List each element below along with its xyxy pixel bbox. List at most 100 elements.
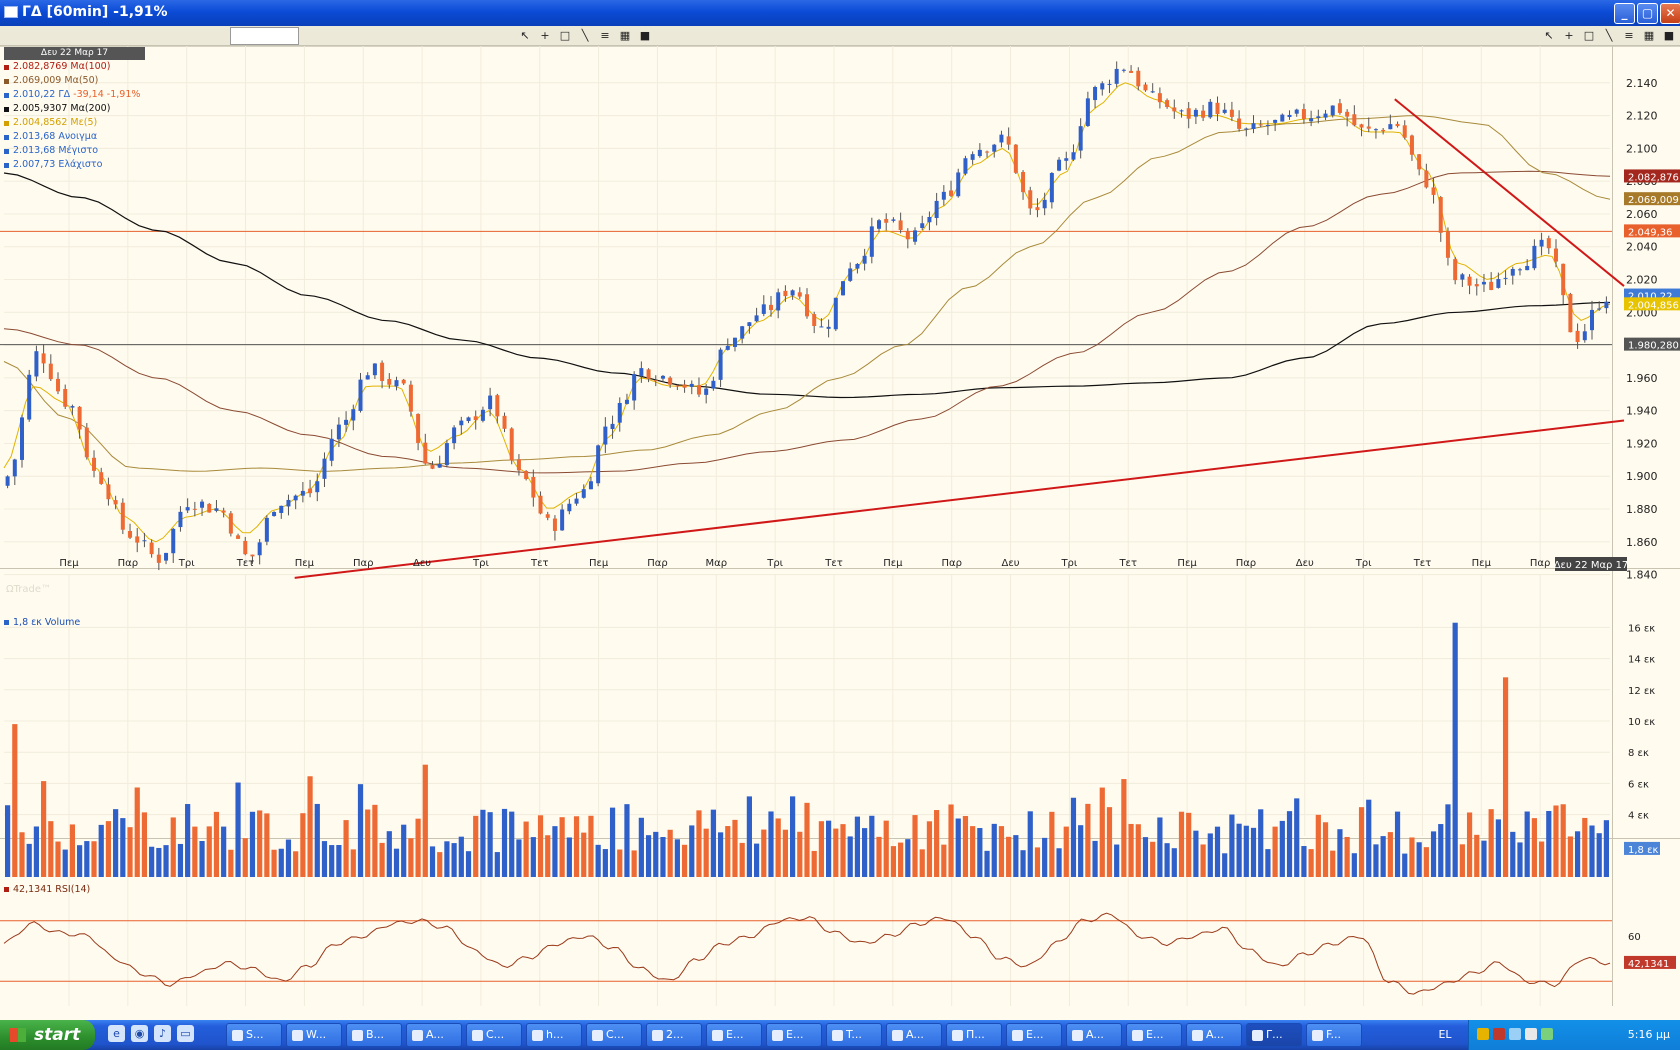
media-icon[interactable]: ♪ (154, 1025, 171, 1042)
language-indicator[interactable]: EL (1425, 1020, 1465, 1050)
volume-bar (912, 815, 918, 877)
rectangle-icon[interactable]: □ (1582, 29, 1596, 43)
tray-volume-icon[interactable] (1525, 1028, 1537, 1040)
tray-antivirus-icon[interactable] (1493, 1028, 1505, 1040)
candle-body (1309, 118, 1314, 122)
candle-body (1445, 231, 1450, 258)
taskbar-button[interactable]: T... (826, 1023, 882, 1047)
tray-network-icon[interactable] (1509, 1028, 1521, 1040)
close-button[interactable]: ✕ (1660, 3, 1680, 24)
time-tick-label: Τρι (1060, 558, 1077, 569)
minimize-button[interactable]: _ (1614, 3, 1635, 24)
candle-body (725, 345, 730, 350)
volume-bar (1222, 853, 1228, 877)
candle-body (344, 419, 349, 425)
candle-body (92, 457, 97, 471)
candle-body (250, 554, 255, 557)
tray-update-icon[interactable] (1541, 1028, 1553, 1040)
taskbar-button[interactable]: Γ... (1246, 1023, 1302, 1047)
task-label: 2... (666, 1028, 684, 1041)
save-icon[interactable]: ■ (638, 29, 652, 43)
volume-bar (1430, 831, 1437, 877)
task-label: F... (1326, 1028, 1342, 1041)
candle-body (956, 172, 961, 197)
taskbar-button[interactable]: E... (766, 1023, 822, 1047)
time-tick-label: Τρι (1355, 558, 1372, 569)
taskbar-button[interactable]: C... (586, 1023, 642, 1047)
taskbar-button[interactable]: 2... (646, 1023, 702, 1047)
line-icon[interactable]: ╲ (1602, 29, 1616, 43)
list-icon[interactable]: ≡ (598, 29, 612, 43)
candle-body (120, 502, 125, 530)
candle-body (1143, 84, 1148, 91)
chart-icon[interactable]: ▦ (1642, 29, 1656, 43)
candle-body (473, 416, 478, 421)
list-icon[interactable]: ≡ (1622, 29, 1636, 43)
task-app-icon (292, 1029, 303, 1041)
volume-bar (249, 811, 256, 877)
crosshair-icon[interactable]: + (538, 29, 552, 43)
volume-bar (898, 842, 904, 877)
chart-icon[interactable]: ▦ (618, 29, 632, 43)
taskbar-button[interactable]: W... (286, 1023, 342, 1047)
legend-swatch (4, 120, 9, 126)
taskbar-button[interactable]: S... (226, 1023, 282, 1047)
explorer-icon[interactable]: ◉ (131, 1025, 148, 1042)
desktop-icon[interactable]: ▭ (177, 1025, 194, 1042)
tray-shield-icon[interactable] (1477, 1028, 1489, 1040)
volume-legend-label: 1,8 εκ Volume (13, 617, 81, 628)
taskbar-button[interactable]: A... (886, 1023, 942, 1047)
volume-bar (1020, 850, 1026, 877)
browser-icon[interactable]: e (108, 1025, 125, 1042)
candle-body (1215, 102, 1220, 115)
windows-flag-icon (10, 1028, 26, 1042)
candle-body (509, 428, 514, 461)
taskbar-button[interactable]: h... (526, 1023, 582, 1047)
candle-body (567, 503, 572, 512)
volume-bar (1265, 849, 1271, 877)
save-icon[interactable]: ■ (1662, 29, 1676, 43)
candle-body (351, 409, 356, 421)
maximize-button[interactable]: ▢ (1637, 3, 1658, 24)
price-tick-label: 1.840 (1626, 569, 1658, 582)
time-tick-label: Παρ (1530, 558, 1550, 569)
time-tick-label: Τετ (236, 558, 255, 569)
taskbar-button[interactable]: C... (466, 1023, 522, 1047)
task-app-icon (892, 1029, 903, 1041)
candle-body (5, 476, 10, 486)
candle-body (603, 426, 608, 445)
candle-body (185, 507, 190, 511)
symbol-input[interactable] (230, 27, 299, 45)
volume-bar (869, 815, 875, 877)
volume-bar (804, 802, 810, 877)
chart-area[interactable]: 1.840 1.860 1.880 1.900 1.920 1.940 1.960 1.980… (0, 46, 1680, 1020)
volume-bar (91, 841, 97, 877)
crosshair-icon[interactable]: + (1562, 29, 1576, 43)
taskbar-button[interactable]: E... (1126, 1023, 1182, 1047)
volume-bar (170, 817, 176, 877)
legend-swatch (4, 106, 9, 112)
cursor-icon[interactable]: ↖ (518, 29, 532, 43)
time-tick-label: Παρ (118, 558, 138, 569)
taskbar-button[interactable]: E... (706, 1023, 762, 1047)
taskbar-button[interactable]: Π... (946, 1023, 1002, 1047)
taskbar-button[interactable]: A... (1066, 1023, 1122, 1047)
candle-body (1395, 123, 1400, 127)
candle-body (927, 216, 932, 223)
rectangle-icon[interactable]: □ (558, 29, 572, 43)
line-icon[interactable]: ╲ (578, 29, 592, 43)
start-button[interactable]: start (0, 1020, 95, 1050)
taskbar-button[interactable]: A... (406, 1023, 462, 1047)
legend-label: 2.007,73 Ελάχιστο (13, 159, 103, 170)
candle-body (1597, 308, 1602, 310)
price-tag: 2.004,856 (1628, 300, 1679, 311)
cursor-icon[interactable]: ↖ (1542, 29, 1556, 43)
taskbar-button[interactable]: B... (346, 1023, 402, 1047)
candle-body (1136, 70, 1141, 87)
candle-body (841, 281, 846, 296)
volume-bar (991, 823, 997, 877)
taskbar-button[interactable]: A... (1186, 1023, 1242, 1047)
taskbar-button[interactable]: F... (1306, 1023, 1362, 1047)
volume-bar (1582, 817, 1588, 877)
taskbar-button[interactable]: E... (1006, 1023, 1062, 1047)
